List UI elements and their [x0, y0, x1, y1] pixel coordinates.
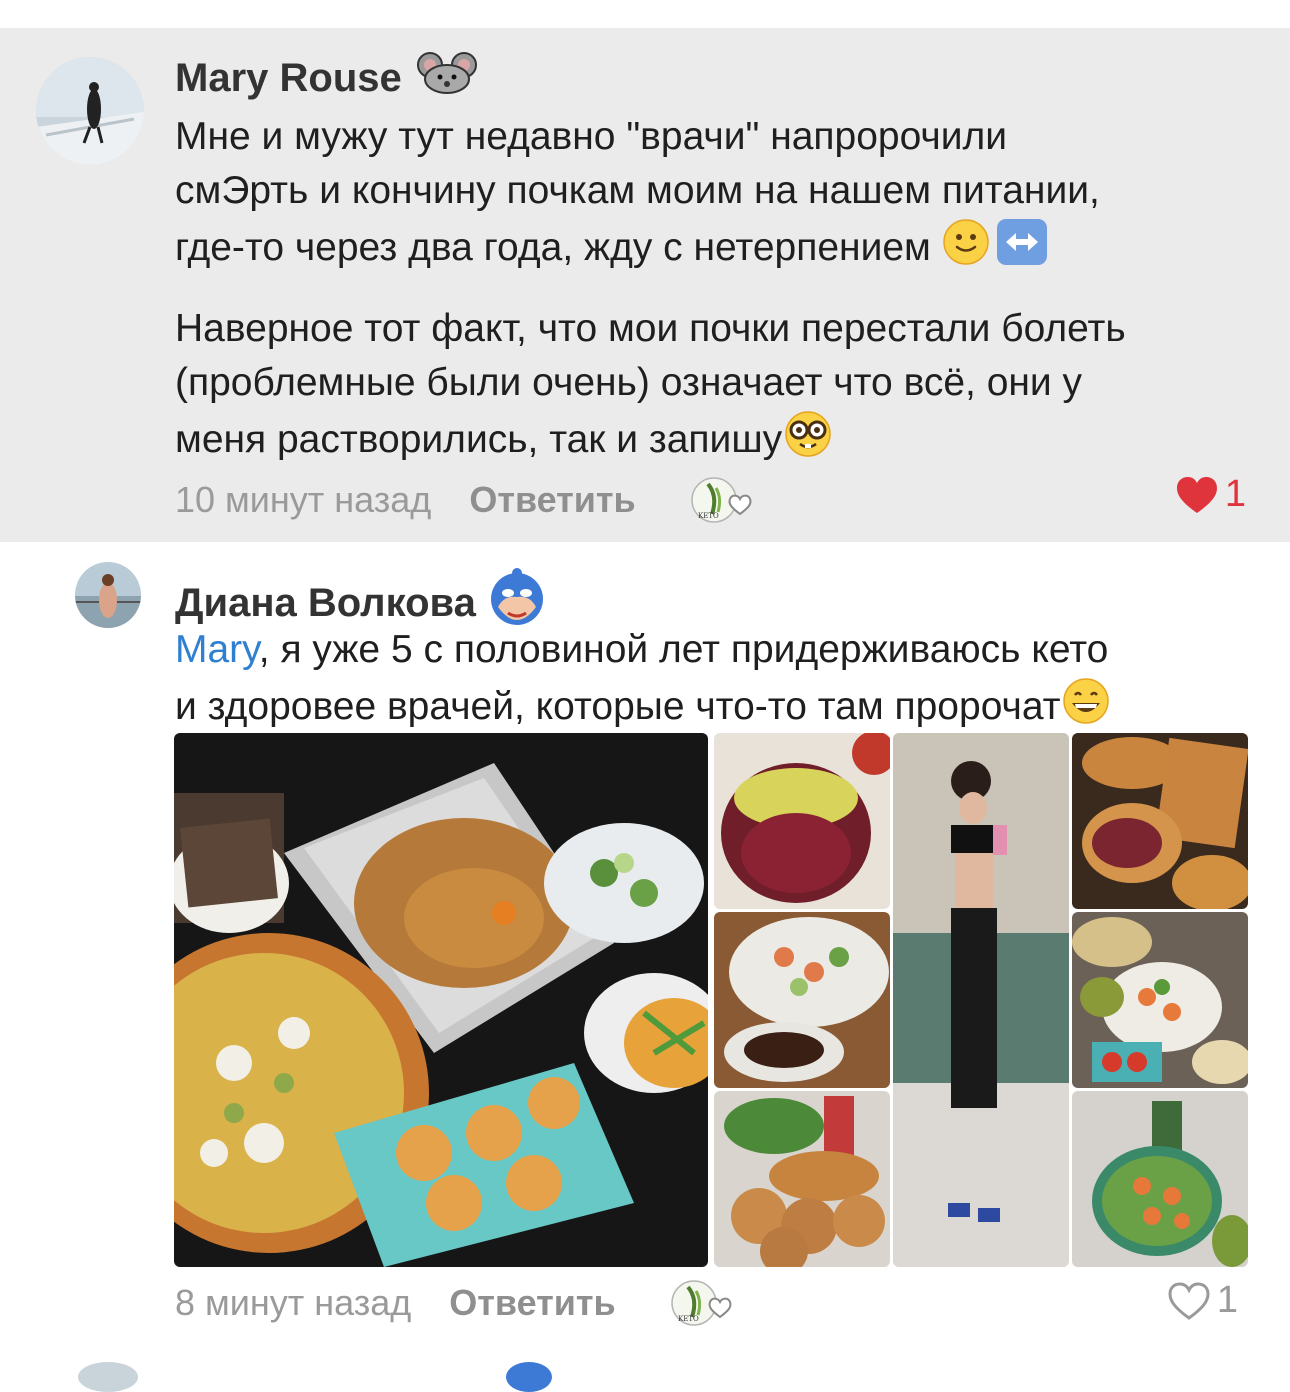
next-comment-avatar[interactable]	[78, 1362, 138, 1392]
mouse-icon	[416, 51, 478, 105]
author-name[interactable]: Mary Rouse	[175, 51, 478, 105]
photo-pastry[interactable]	[1072, 733, 1248, 909]
left-right-arrow-icon	[996, 218, 1048, 281]
svg-text:KETO: KETO	[678, 1315, 699, 1323]
grinning-face-icon	[1061, 677, 1111, 740]
comment-meta: 8 минут назад Ответить KETO	[175, 1277, 738, 1329]
reply-button[interactable]: Ответить	[469, 479, 635, 521]
top-strip	[0, 0, 1290, 28]
comment-meta: 10 минут назад Ответить KETO	[175, 474, 758, 526]
text-line-1: , я уже 5 с половиной лет придерживаюсь …	[258, 628, 1109, 671]
like-count: 1	[1216, 1279, 1238, 1321]
svg-text:KETO: KETO	[698, 512, 719, 520]
like-count: 1	[1224, 473, 1246, 515]
photo-cookies[interactable]	[714, 1091, 890, 1267]
timestamp: 10 минут назад	[175, 479, 432, 520]
timestamp: 8 минут назад	[175, 1282, 412, 1323]
photo-feast[interactable]	[174, 733, 708, 1267]
like-counter[interactable]: 1	[1175, 473, 1246, 516]
text-line-2: и здоровее врачей, которые что-то там пр…	[175, 684, 1061, 728]
author-name-text[interactable]: Диана Волкова	[175, 581, 476, 626]
photo-salad[interactable]	[714, 912, 890, 1088]
mention-link[interactable]: Mary	[175, 628, 259, 671]
heart-filled-icon[interactable]	[1175, 475, 1219, 515]
photo-dessert[interactable]	[714, 733, 890, 909]
comment-mary-rouse: Mary Rouse Мне и мужу тут недавно "врачи…	[0, 28, 1290, 542]
avatar[interactable]	[75, 562, 141, 628]
author-name-text[interactable]: Mary Rouse	[175, 56, 402, 101]
heart-outline-icon[interactable]	[1167, 1281, 1211, 1321]
keto-heart-icon[interactable]: KETO	[688, 474, 758, 526]
next-comment-badge-icon	[506, 1362, 552, 1392]
avatar[interactable]	[36, 57, 144, 165]
photo-shrimp-salad[interactable]	[1072, 1091, 1248, 1267]
paragraph-2-text: Наверное тот факт, что мои почки переста…	[175, 307, 1126, 461]
keto-heart-icon[interactable]: KETO	[668, 1277, 738, 1329]
slightly-smiling-face-icon	[942, 218, 990, 281]
reply-button[interactable]: Ответить	[449, 1282, 615, 1324]
photo-fitness-selfie[interactable]	[893, 733, 1069, 1267]
comment-text-paragraph-1: Мне и мужу тут недавно "врачи" напророчи…	[175, 110, 1100, 281]
photo-meal-spread[interactable]	[1072, 912, 1248, 1088]
comment-text-paragraph-2: Наверное тот факт, что мои почки переста…	[175, 302, 1126, 473]
nerd-face-icon	[782, 410, 834, 473]
comment-diana-volkova: Диана Волкова Mary, я уже 5 с половиной …	[0, 542, 1290, 1377]
like-counter[interactable]: 1	[1167, 1279, 1238, 1322]
comment-text: Mary, я уже 5 с половиной лет придержива…	[175, 623, 1111, 740]
